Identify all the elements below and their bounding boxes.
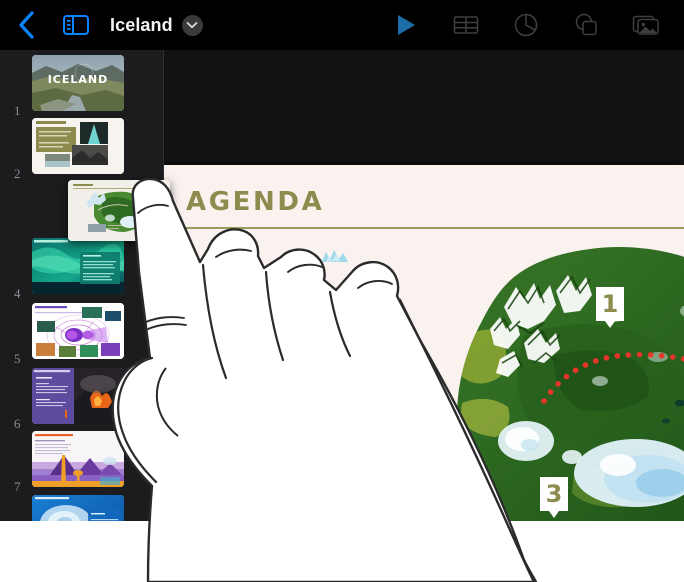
current-slide[interactable]: AGENDA 1 3 [164, 165, 684, 521]
slide-thumb-glacier [32, 495, 124, 521]
shapes-overlap-icon [575, 13, 597, 36]
slide-thumbnail-2[interactable] [32, 118, 124, 174]
sidebar-toggle-button[interactable] [60, 10, 92, 40]
slide-navigator-row[interactable]: 2 [0, 118, 164, 182]
slide-navigator-row[interactable]: 7 [0, 431, 164, 495]
chart-button[interactable] [496, 8, 556, 42]
play-triangle-icon [398, 15, 415, 35]
slide-navigator[interactable]: 1 ICELAND 2 4 5 6 7 [0, 50, 164, 521]
sidebar-panel-icon [63, 15, 89, 35]
play-button[interactable] [376, 8, 436, 42]
slide-thumb-agenda [68, 180, 170, 241]
slide-thumb-aurora [32, 238, 124, 294]
slide-navigator-row[interactable]: 1 ICELAND [0, 55, 164, 119]
slide-number: 7 [14, 479, 21, 494]
slide-number: 6 [14, 416, 21, 431]
slide-canvas-area[interactable]: AGENDA 1 3 [164, 50, 684, 521]
map-pin-3[interactable]: 3 [540, 477, 568, 518]
slide-number: 4 [14, 286, 21, 301]
slide-number: 2 [14, 166, 21, 181]
slide-thumb-olive-collage [32, 118, 124, 174]
slide-navigator-row[interactable]: 6 [0, 368, 164, 432]
slide-thumbnail-6[interactable] [32, 368, 124, 424]
slide-thumbnail-8[interactable] [32, 495, 124, 521]
slide-thumbnail-7[interactable] [32, 431, 124, 487]
shape-button[interactable] [556, 8, 616, 42]
slide-navigator-row[interactable]: 8 [0, 495, 164, 521]
slide-thumbnail-1[interactable]: ICELAND [32, 55, 124, 111]
slide-navigator-row[interactable]: 4 [0, 238, 164, 302]
glacier-icon [322, 250, 348, 262]
map-glacier-fragment [320, 248, 350, 266]
chevron-left-icon [19, 11, 34, 39]
slide-number: 1 [14, 103, 21, 118]
document-title-group[interactable]: Iceland [110, 12, 203, 38]
slide-thumbnail-4[interactable] [32, 238, 124, 294]
dragged-slide-thumbnail[interactable] [68, 180, 170, 241]
map-pin-label: 3 [545, 480, 563, 508]
slide-navigator-row[interactable]: 5 [0, 303, 164, 367]
photo-stack-icon [632, 15, 659, 35]
table-button[interactable] [436, 8, 496, 42]
media-button[interactable] [616, 8, 676, 42]
toolbar-actions [376, 8, 676, 42]
screen-root: Iceland 1 ICELAND 2 4 5 6 7 AGENDA 1 3 [0, 0, 684, 582]
slide-number: 5 [14, 351, 21, 366]
slide-thumbnail-5[interactable] [32, 303, 124, 359]
slide-thumb-title-photo: ICELAND [32, 55, 124, 111]
chevron-down-icon [186, 22, 198, 29]
document-menu-button[interactable] [181, 14, 203, 36]
map-pin-1[interactable]: 1 [596, 287, 624, 328]
pie-chart-icon [514, 13, 538, 37]
slide-thumb-diagram [32, 303, 124, 359]
toolbar: Iceland [0, 0, 684, 50]
slide-thumb-volcano [32, 368, 124, 424]
iceland-map[interactable]: 1 3 [404, 225, 684, 521]
slide-thumb-landscape [32, 431, 124, 487]
slide-title: AGENDA [186, 187, 325, 217]
table-grid-icon [453, 16, 479, 34]
map-pin-label: 1 [601, 290, 619, 318]
document-title: Iceland [110, 14, 173, 35]
back-button[interactable] [10, 7, 44, 43]
